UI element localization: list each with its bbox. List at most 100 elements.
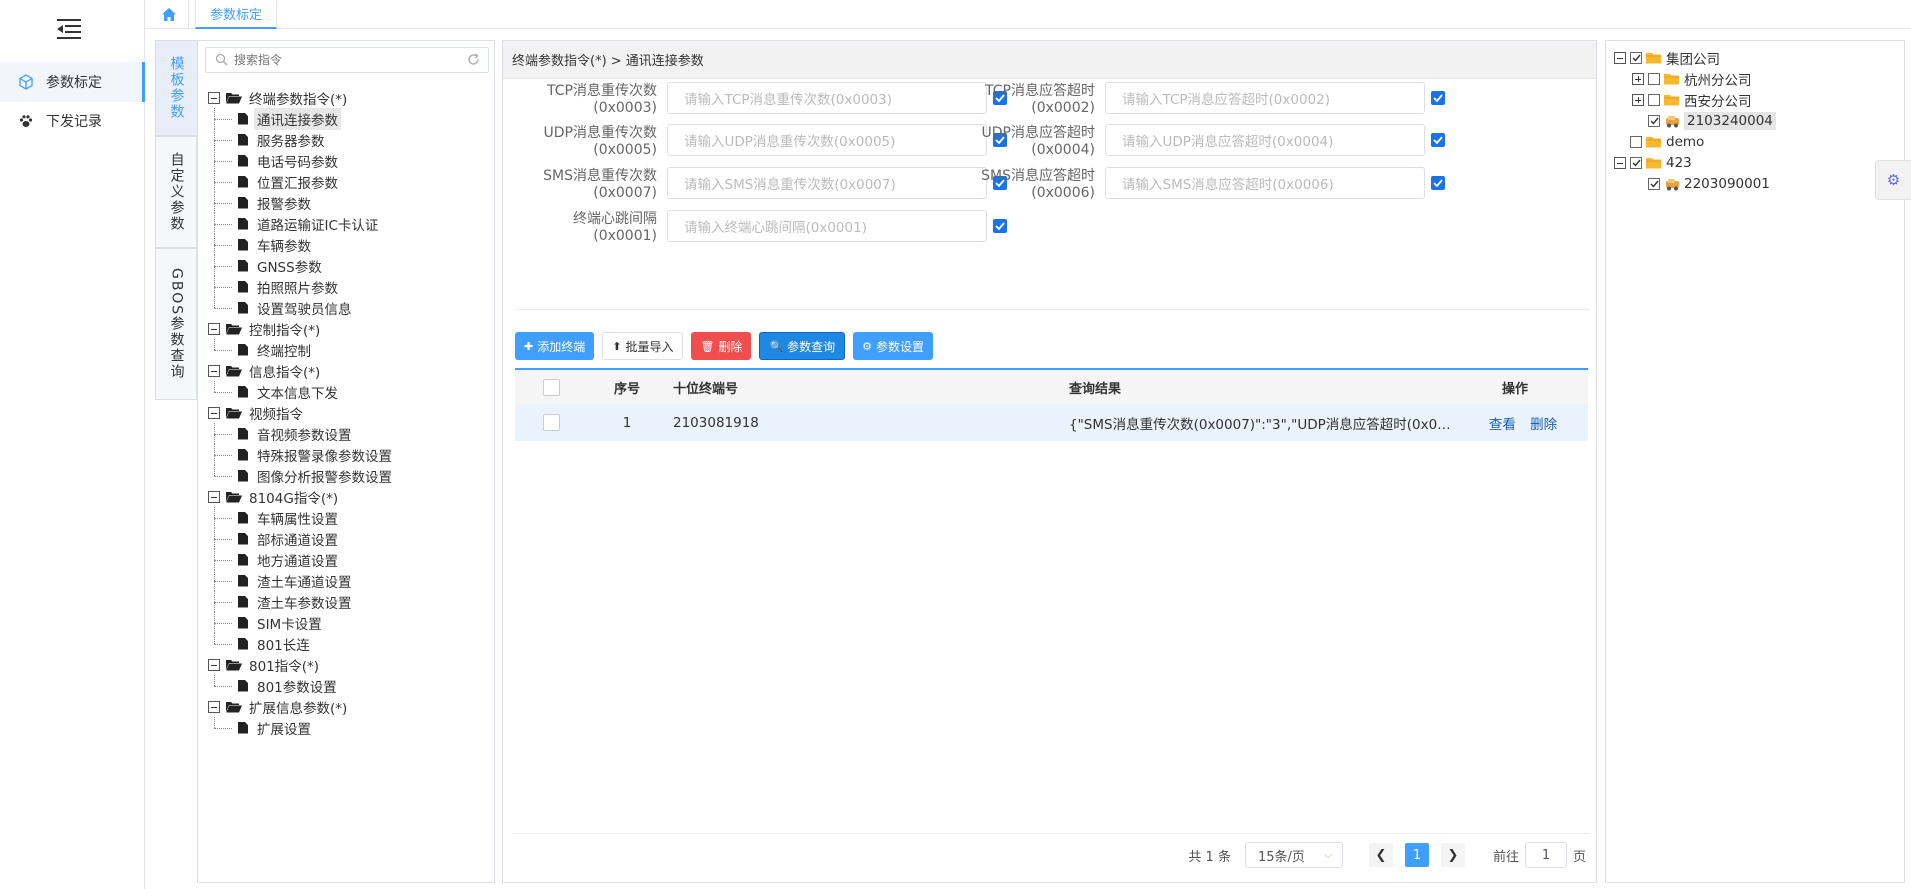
tree-group[interactable]: 信息指令(*) — [208, 360, 488, 381]
tab-gbos-query[interactable]: GBOS参数查询 — [155, 248, 197, 400]
expand-icon[interactable] — [1632, 72, 1644, 85]
command-search-input[interactable] — [234, 51, 454, 69]
org-tree-node[interactable]: 2103240004 — [1614, 110, 1776, 131]
param-input[interactable]: 请输入TCP消息应答超时(0x0002) — [1105, 82, 1425, 114]
select-all-checkbox[interactable] — [542, 378, 560, 396]
tree-group[interactable]: 8104G指令(*) — [208, 486, 488, 507]
collapse-icon[interactable] — [208, 322, 220, 335]
param-input[interactable]: 请输入TCP消息重传次数(0x0003) — [667, 82, 987, 114]
home-tab[interactable] — [149, 0, 189, 29]
tree-item[interactable]: 音视频参数设置 — [208, 423, 488, 444]
tab-param-calibration[interactable]: 参数标定 — [195, 0, 278, 29]
org-tree-node[interactable]: 集团公司 — [1614, 47, 1776, 68]
org-tree-node[interactable]: demo — [1614, 131, 1776, 152]
tree-group[interactable]: 视频指令 — [208, 402, 488, 423]
tree-item[interactable]: 渣土车参数设置 — [208, 591, 488, 612]
next-page-button[interactable]: ❯ — [1440, 843, 1465, 867]
tree-item[interactable]: 渣土车通道设置 — [208, 570, 488, 591]
param-input[interactable]: 请输入终端心跳间隔(0x0001) — [667, 210, 987, 242]
tree-checkbox[interactable] — [1648, 93, 1660, 106]
enable-checkbox[interactable] — [1431, 133, 1445, 147]
tree-item[interactable]: 地方通道设置 — [208, 549, 488, 570]
goto-page-input[interactable]: 1 — [1524, 842, 1567, 868]
org-tree-label: 2103240004 — [1684, 111, 1776, 130]
tree-item[interactable]: 道路运输证IC卡认证 — [208, 213, 488, 234]
tree-checkbox[interactable] — [1630, 51, 1642, 64]
nav-item-param-calibration[interactable]: 参数标定 — [0, 62, 145, 102]
tree-item[interactable]: 设置驾驶员信息 — [208, 297, 488, 318]
view-link[interactable]: 查看 — [1489, 417, 1516, 433]
page-number-current[interactable]: 1 — [1404, 843, 1429, 867]
enable-checkbox[interactable] — [1431, 91, 1445, 105]
tree-item[interactable]: 通讯连接参数 — [208, 107, 488, 130]
refresh-icon[interactable] — [467, 53, 480, 66]
tree-item[interactable]: 报警参数 — [208, 192, 488, 213]
org-tree-node[interactable]: 423 — [1614, 152, 1776, 173]
tree-checkbox[interactable] — [1630, 156, 1642, 169]
tree-item[interactable]: 特殊报警录像参数设置 — [208, 444, 488, 465]
tree-item[interactable]: 电话号码参数 — [208, 150, 488, 171]
tree-item[interactable]: 终端控制 — [208, 339, 488, 360]
tree-item[interactable]: 扩展设置 — [208, 717, 488, 738]
tree-item[interactable]: 车辆属性设置 — [208, 507, 488, 528]
tree-item[interactable]: 文本信息下发 — [208, 381, 488, 402]
settings-float-button[interactable]: ⚙ — [1875, 160, 1911, 200]
enable-checkbox[interactable] — [1431, 176, 1445, 190]
tree-item[interactable]: 服务器参数 — [208, 129, 488, 150]
org-tree-node[interactable]: 西安分公司 — [1614, 89, 1776, 110]
tree-item-label: 图像分析报警参数设置 — [257, 469, 392, 486]
collapse-icon[interactable] — [208, 490, 220, 503]
collapse-icon[interactable] — [1614, 156, 1626, 169]
org-tree-node[interactable]: 2203090001 — [1614, 173, 1776, 194]
tree-group[interactable]: 扩展信息参数(*) — [208, 696, 488, 717]
nav-item-dispatch-records[interactable]: 下发记录 — [0, 101, 145, 141]
tree-group[interactable]: 终端参数指令(*) — [208, 87, 488, 108]
param-input[interactable]: 请输入SMS消息应答超时(0x0006) — [1105, 167, 1425, 199]
tree-checkbox[interactable] — [1630, 135, 1642, 148]
menu-toggle-icon[interactable] — [57, 19, 81, 39]
tree-item[interactable]: 图像分析报警参数设置 — [208, 465, 488, 486]
form-row: UDP消息应答超时(0x0004) 请输入UDP消息应答超时(0x0004) — [953, 122, 1445, 158]
tree-item[interactable]: 部标通道设置 — [208, 528, 488, 549]
tree-item[interactable]: 801参数设置 — [208, 675, 488, 696]
tree-item[interactable]: 801长连 — [208, 633, 488, 654]
collapse-icon[interactable] — [208, 658, 220, 671]
expand-icon[interactable] — [1632, 93, 1644, 106]
collapse-icon[interactable] — [208, 700, 220, 713]
param-input[interactable]: 请输入UDP消息重传次数(0x0005) — [667, 124, 987, 156]
param-query-button[interactable]: 🔍 参数查询 — [759, 332, 846, 360]
param-settings-button[interactable]: ⚙ 参数设置 — [853, 332, 934, 360]
tree-item[interactable]: GNSS参数 — [208, 255, 488, 276]
tab-custom-params[interactable]: 自定义参数 — [155, 136, 197, 248]
enable-checkbox[interactable] — [993, 219, 1007, 233]
tree-item[interactable]: 拍照照片参数 — [208, 276, 488, 297]
tree-item[interactable]: 位置汇报参数 — [208, 171, 488, 192]
org-tree-node[interactable]: 杭州分公司 — [1614, 68, 1776, 89]
prev-page-button[interactable]: ❮ — [1368, 843, 1393, 867]
page-size-select[interactable]: 15条/页 ⌵ — [1244, 842, 1343, 868]
file-icon — [238, 511, 248, 524]
file-icon — [238, 574, 248, 587]
tree-checkbox[interactable] — [1648, 177, 1660, 190]
collapse-icon[interactable] — [208, 364, 220, 377]
chevron-left-icon: ❮ — [1375, 847, 1387, 863]
gear-icon: ⚙ — [1886, 171, 1901, 189]
tree-item[interactable]: 车辆参数 — [208, 234, 488, 255]
delete-link[interactable]: 删除 — [1530, 417, 1557, 433]
param-input[interactable]: 请输入SMS消息重传次数(0x0007) — [667, 167, 987, 199]
collapse-icon[interactable] — [208, 91, 220, 104]
tree-checkbox[interactable] — [1648, 114, 1660, 127]
tree-group[interactable]: 801指令(*) — [208, 654, 488, 675]
row-checkbox[interactable] — [542, 414, 560, 431]
tree-item[interactable]: SIM卡设置 — [208, 612, 488, 633]
tree-checkbox[interactable] — [1648, 72, 1660, 85]
collapse-icon[interactable] — [208, 406, 220, 419]
delete-button[interactable]: 🗑 删除 — [691, 332, 752, 360]
collapse-icon[interactable] — [1614, 51, 1626, 64]
add-terminal-button[interactable]: ✚ 添加终端 — [515, 332, 595, 360]
batch-import-button[interactable]: ⬆ 批量导入 — [602, 332, 684, 360]
tree-group[interactable]: 控制指令(*) — [208, 318, 488, 339]
param-input[interactable]: 请输入UDP消息应答超时(0x0004) — [1105, 124, 1425, 156]
tab-template-params[interactable]: 模板参数 — [155, 40, 197, 136]
org-tree-label: 西安分公司 — [1684, 93, 1752, 110]
